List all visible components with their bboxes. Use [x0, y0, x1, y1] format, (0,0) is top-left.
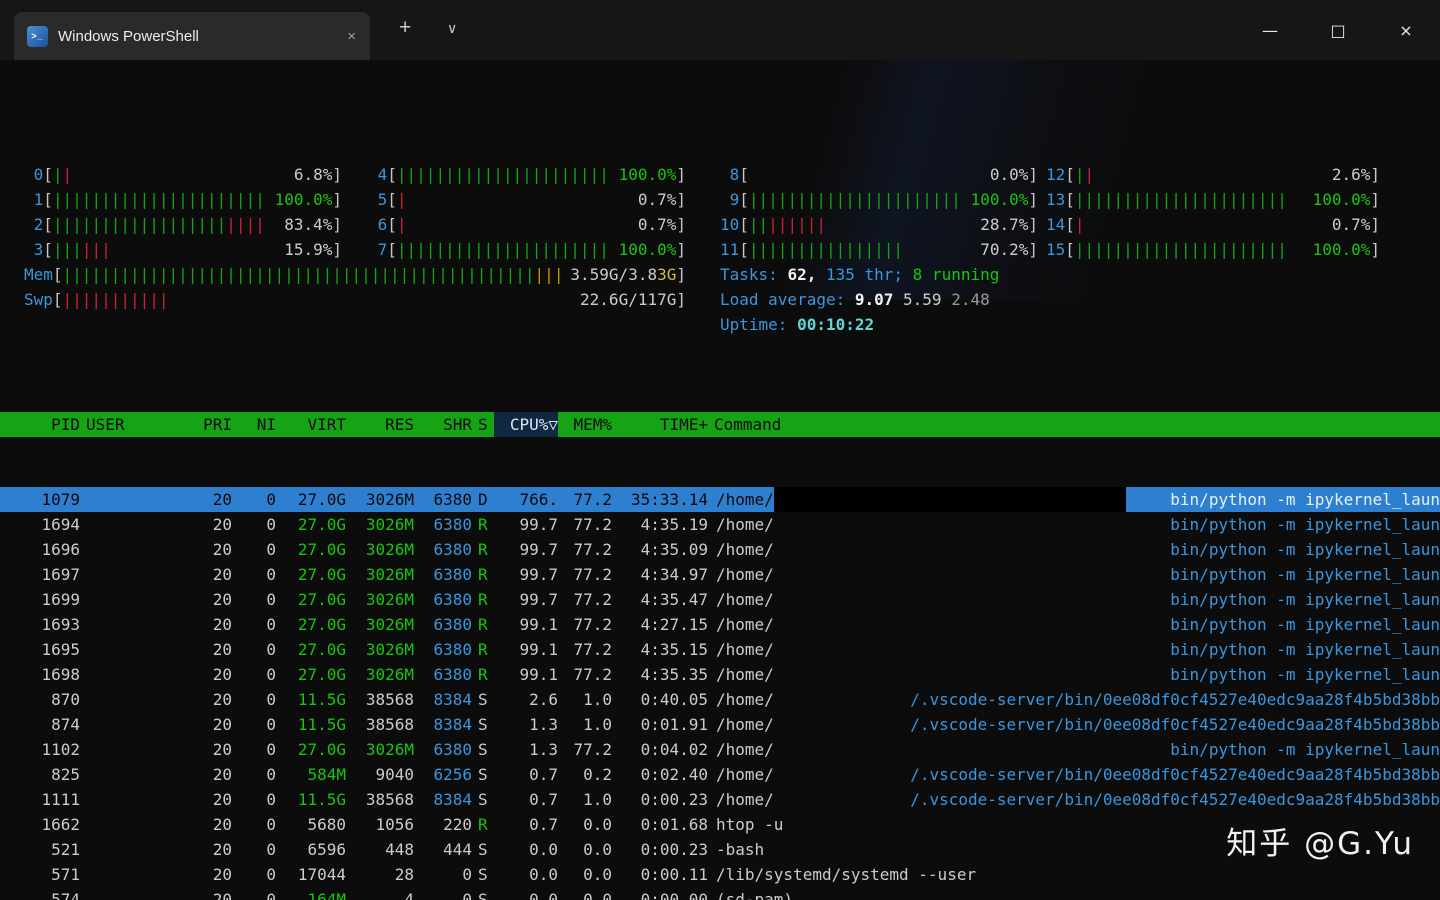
cpu-meter-14: 14[| 0.7%] — [1046, 215, 1380, 234]
process-row-1662[interactable]: 1662 20 0 5680 1056 220 R 0.7 0.0 0:01.68 htop -u — [0, 812, 1440, 837]
load-average-line: Load average: 9.07 5.59 2.48 — [720, 290, 990, 309]
process-row-1697[interactable]: 1697 20 0 27.0G 3026M 6380 R 99.7 77.2 4:34.97/ho… — [0, 562, 1440, 587]
column-header-cpu%[interactable]: CPU%▽ — [494, 412, 558, 437]
column-header-s[interactable]: S — [472, 412, 494, 437]
cpu-meter-6: 6[| 0.7%] — [377, 215, 686, 234]
process-row-1102[interactable]: 1102 20 0 27.0G 3026M 6380 S 1.3 77.2 0:04.02/hom… — [0, 737, 1440, 762]
cpu-meter-0: 0[|| 6.8%] — [33, 165, 342, 184]
column-header-shr[interactable]: SHR — [414, 412, 472, 437]
command-cell: /home/bin/python -m ipykernel_laun — [716, 565, 1440, 584]
tab-windows-powershell[interactable]: >_ Windows PowerShell × — [14, 12, 370, 60]
process-row-1698[interactable]: 1698 20 0 27.0G 3026M 6380 R 99.1 77.2 4:35.35/ho… — [0, 662, 1440, 687]
process-table-header: PID USER PRI NI VIRT RES SHR S CPU%▽ MEM% TIME+ Com… — [0, 412, 1440, 437]
command-cell: -bash — [716, 840, 765, 859]
column-header-mem%[interactable]: MEM% — [558, 412, 612, 437]
process-row-1694[interactable]: 1694 20 0 27.0G 3026M 6380 R 99.7 77.2 4:35.19/ho… — [0, 512, 1440, 537]
cpu-meter-3: 3[|||||| 15.9%] — [33, 240, 342, 259]
column-header-user[interactable]: USER — [80, 412, 168, 437]
command-cell: /home/bin/python -m ipykernel_laun — [716, 515, 1440, 534]
column-header-pri[interactable]: PRI — [168, 412, 232, 437]
cpu-meter-7: 7[|||||||||||||||||||||| 100.0%] — [377, 240, 686, 259]
command-cell: /home/bin/python -m ipykernel_laun — [716, 615, 1440, 634]
command-cell: /home/bin/python -m ipykernel_laun — [716, 740, 1440, 759]
cpu-meter-12: 12[|| 2.6%] — [1046, 165, 1380, 184]
process-row-1079[interactable]: 1079 20 0 27.0G 3026M 6380 D 766. 77.2 35:33.14/h… — [0, 487, 1440, 512]
close-button[interactable]: × — [1372, 0, 1440, 60]
column-header-command[interactable]: Command — [708, 412, 1440, 437]
terminal-window: >_ Windows PowerShell × + ∨ — □ × 0[|| 6.… — [0, 0, 1440, 900]
tab-close-icon[interactable]: × — [347, 28, 356, 45]
cpu-meter-1: 1[|||||||||||||||||||||| 100.0%] — [33, 190, 342, 209]
command-cell: /home//.vscode-server/bin/0ee08df0cf4527… — [716, 790, 1440, 809]
process-row-571[interactable]: 571 20 0 17044 28 0 S 0.0 0.0 0:00.11/lib/systemd… — [0, 862, 1440, 887]
tab-dropdown-icon[interactable]: ∨ — [447, 20, 457, 37]
column-header-pid[interactable]: PID — [0, 412, 80, 437]
cpu-meter-5: 5[| 0.7%] — [377, 190, 686, 209]
command-cell: /home/bin/python -m ipykernel_laun — [708, 487, 1440, 512]
cpu-meter-8: 8[0.0%] — [729, 165, 1038, 184]
cpu-meter-4: 4[|||||||||||||||||||||| 100.0%] — [377, 165, 686, 184]
maximize-button[interactable]: □ — [1304, 0, 1372, 60]
cpu-meter-2: 2[|||||||||||||||||||||| 83.4%] — [33, 215, 342, 234]
command-cell: htop -u — [716, 815, 784, 834]
command-cell: /home/bin/python -m ipykernel_laun — [716, 590, 1440, 609]
column-header-virt[interactable]: VIRT — [276, 412, 346, 437]
process-row-870[interactable]: 870 20 0 11.5G 38568 8384 S 2.6 1.0 0:40.05/home/… — [0, 687, 1440, 712]
uptime-line: Uptime: 00:10:22 — [720, 315, 875, 334]
command-cell: (sd-pam) — [716, 890, 794, 900]
cpu-meter-9: 9[|||||||||||||||||||||| 100.0%] — [729, 190, 1038, 209]
cpu-meter-13: 13[|||||||||||||||||||||| 100.0%] — [1046, 190, 1380, 209]
column-header-res[interactable]: RES — [346, 412, 414, 437]
process-table: 1079 20 0 27.0G 3026M 6380 D 766. 77.2 35:33.14/h… — [0, 487, 1440, 900]
process-row-1699[interactable]: 1699 20 0 27.0G 3026M 6380 R 99.7 77.2 4:35.47/ho… — [0, 587, 1440, 612]
process-row-874[interactable]: 874 20 0 11.5G 38568 8384 S 1.3 1.0 0:01.91/home/… — [0, 712, 1440, 737]
swap-meter: Swp[||||||||||| 22.6G/117G] — [24, 290, 686, 309]
tab-title: Windows PowerShell — [58, 27, 199, 45]
column-header-time+[interactable]: TIME+ — [612, 412, 708, 437]
new-tab-button[interactable]: + — [399, 16, 411, 40]
command-cell: /lib/systemd/systemd --user — [716, 865, 977, 884]
mem-meter: Mem[||||||||||||||||||||||||||||||||||||… — [24, 265, 686, 284]
process-row-1696[interactable]: 1696 20 0 27.0G 3026M 6380 R 99.7 77.2 4:35.09/ho… — [0, 537, 1440, 562]
tasks-line: Tasks: 62, 135 thr; 8 running — [720, 265, 1000, 284]
command-cell: /home/bin/python -m ipykernel_laun — [716, 540, 1440, 559]
column-header-ni[interactable]: NI — [232, 412, 276, 437]
command-cell: /home//.vscode-server/bin/0ee08df0cf4527… — [716, 765, 1440, 784]
command-cell: /home/bin/python -m ipykernel_laun — [716, 665, 1440, 684]
redaction-box — [773, 487, 1126, 512]
command-cell: /home//.vscode-server/bin/0ee08df0cf4527… — [716, 715, 1440, 734]
minimize-button[interactable]: — — [1236, 0, 1304, 60]
window-controls: — □ × — [1236, 0, 1440, 60]
command-cell: /home//.vscode-server/bin/0ee08df0cf4527… — [716, 690, 1440, 709]
process-row-825[interactable]: 825 20 0 584M 9040 6256 S 0.7 0.2 0:02.40/home//.… — [0, 762, 1440, 787]
process-row-1111[interactable]: 1111 20 0 11.5G 38568 8384 S 0.7 1.0 0:00.23/home… — [0, 787, 1440, 812]
process-row-574[interactable]: 574 20 0 164M 4 0 S 0.0 0.0 0:00.00 (sd-pam) — [0, 887, 1440, 900]
process-row-521[interactable]: 521 20 0 6596 448 444 S 0.0 0.0 0:00.23 -bash — [0, 837, 1440, 862]
process-row-1695[interactable]: 1695 20 0 27.0G 3026M 6380 R 99.1 77.2 4:35.15/ho… — [0, 637, 1440, 662]
powershell-icon: >_ — [27, 25, 48, 47]
htop-meters: 0[|| 6.8%] 1[|||||||||||||||||||||| 100.0%]… — [0, 135, 1440, 362]
cpu-meter-15: 15[|||||||||||||||||||||| 100.0%] — [1046, 240, 1380, 259]
cpu-meter-11: 11[|||||||||||||||| 70.2%] — [720, 240, 1038, 259]
terminal-content: 0[|| 6.8%] 1[|||||||||||||||||||||| 100.0%]… — [0, 60, 1440, 900]
process-row-1693[interactable]: 1693 20 0 27.0G 3026M 6380 R 99.1 77.2 4:27.15/ho… — [0, 612, 1440, 637]
titlebar[interactable]: >_ Windows PowerShell × + ∨ — □ × — [0, 0, 1440, 60]
cpu-meter-10: 10[|||||||| 28.7%] — [720, 215, 1038, 234]
command-cell: /home/bin/python -m ipykernel_laun — [716, 640, 1440, 659]
